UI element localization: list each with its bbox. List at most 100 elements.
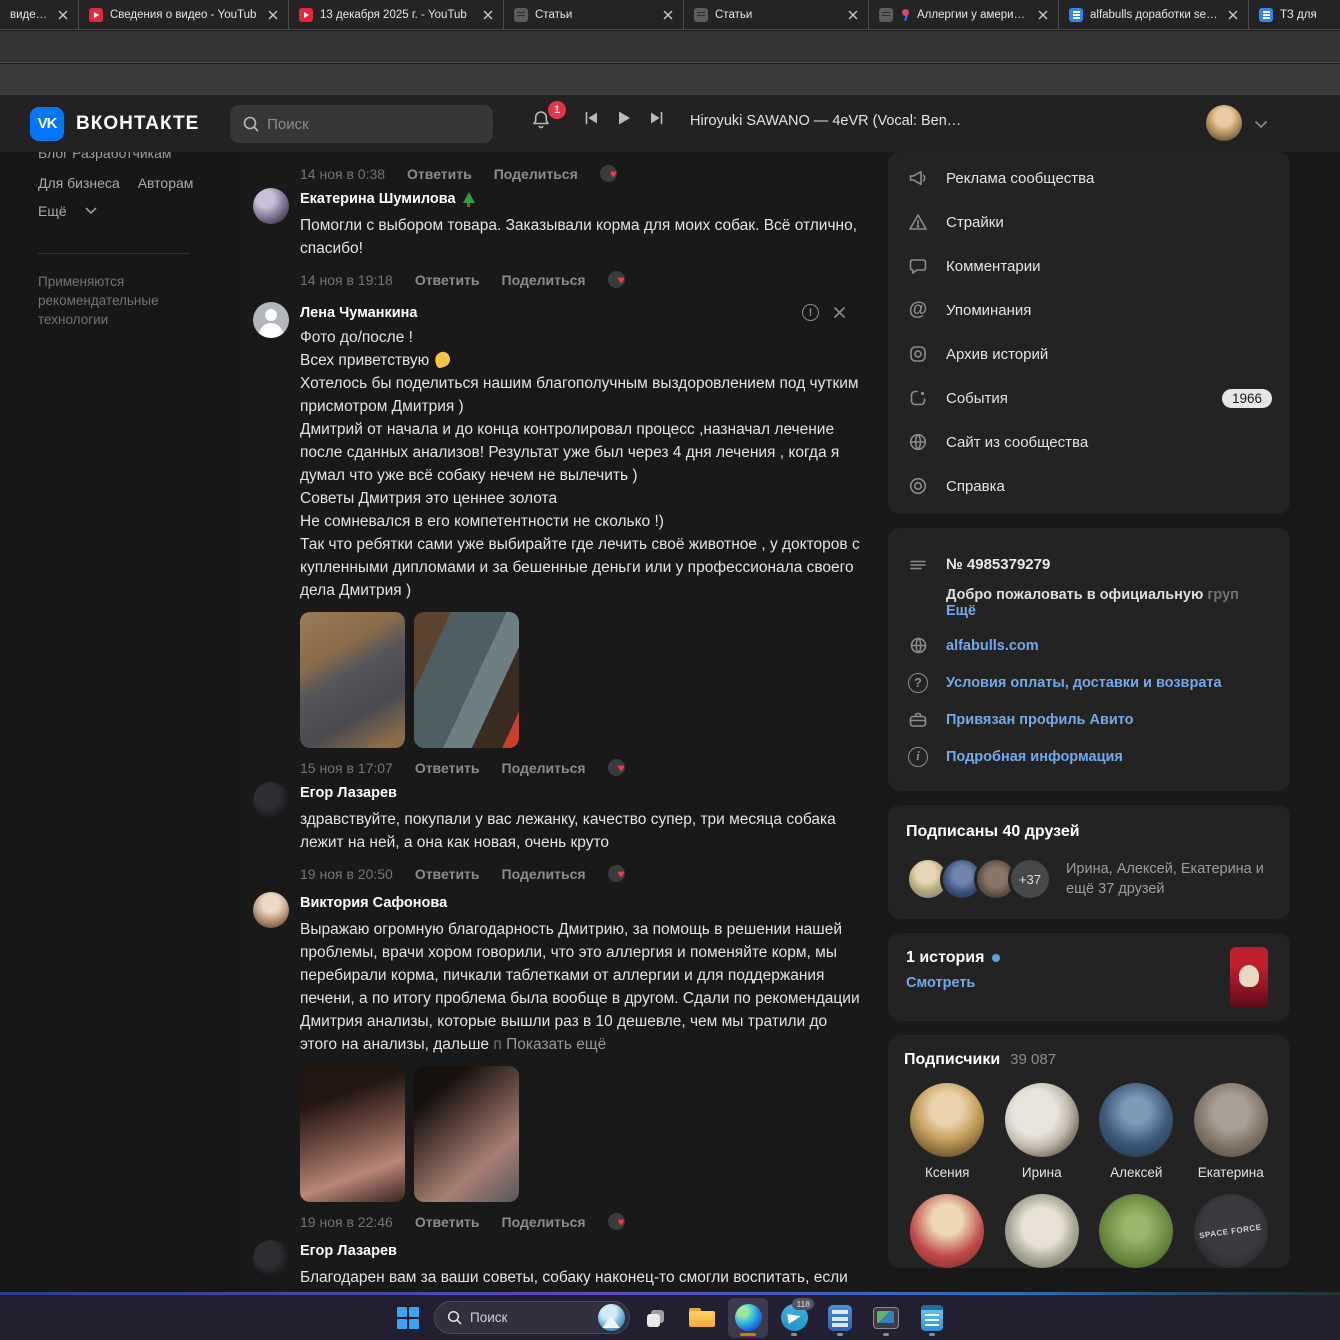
close-icon[interactable]: [481, 8, 495, 22]
community-website-row[interactable]: alfabulls.com: [906, 627, 1272, 664]
reply-button[interactable]: Ответить: [415, 272, 480, 288]
comment-date[interactable]: 14 ноя в 19:18: [300, 272, 393, 288]
menu-item-help[interactable]: Справка: [888, 464, 1290, 508]
share-button[interactable]: Поделиться: [502, 760, 586, 776]
comment-author[interactable]: Екатерина Шумилова: [300, 191, 456, 207]
menu-item-comments[interactable]: Комментарии: [888, 244, 1290, 288]
share-button[interactable]: Поделиться: [502, 866, 586, 882]
watch-story-link[interactable]: Смотреть: [906, 975, 1272, 991]
liked-by-icon[interactable]: ♥: [608, 864, 634, 884]
menu-item-mentions[interactable]: @ Упоминания: [888, 288, 1290, 332]
tab-video-info[interactable]: Сведения о видео - YouTub: [78, 0, 288, 30]
liked-by-icon[interactable]: ♥: [600, 164, 626, 184]
subscriber[interactable]: [904, 1194, 991, 1268]
menu-item-strikes[interactable]: Страйки: [888, 200, 1290, 244]
photo-ear-1[interactable]: [300, 1066, 405, 1202]
photo-dog-after[interactable]: [414, 612, 519, 748]
liked-by-icon[interactable]: ♥: [608, 1212, 634, 1232]
tab-video[interactable]: видео - YouTub: [0, 0, 78, 30]
edge-browser-button[interactable]: [728, 1298, 768, 1338]
subscriber[interactable]: SPACE FORCE: [1188, 1194, 1275, 1268]
comment-date[interactable]: 19 ноя в 22:46: [300, 1214, 393, 1230]
chevron-down-icon[interactable]: [1254, 120, 1268, 129]
sidebar-link-authors[interactable]: Авторам: [138, 175, 194, 191]
tab-tz-doc[interactable]: ТЗ для: [1248, 0, 1340, 30]
subscriber[interactable]: Ирина: [999, 1083, 1086, 1180]
avito-profile-row[interactable]: Привязан профиль Авито: [906, 701, 1272, 738]
detailed-info-row[interactable]: Подробная информация: [906, 738, 1272, 775]
photo-dog-before[interactable]: [300, 612, 405, 748]
reply-button[interactable]: Ответить: [415, 760, 480, 776]
subscriber[interactable]: [999, 1194, 1086, 1268]
share-button[interactable]: Поделиться: [494, 166, 578, 182]
avatar[interactable]: [253, 1240, 289, 1276]
share-button[interactable]: Поделиться: [502, 272, 586, 288]
comment-date[interactable]: 19 ноя в 20:50: [300, 866, 393, 882]
close-icon[interactable]: [833, 306, 846, 319]
close-icon[interactable]: [56, 8, 70, 22]
taskbar-search-input[interactable]: [470, 1310, 580, 1325]
notepad-button[interactable]: [912, 1298, 952, 1338]
tab-date-video[interactable]: 13 декабря 2025 г. - YouTub: [288, 0, 503, 30]
show-more-button[interactable]: Показать ещё: [506, 1036, 606, 1053]
comment-author[interactable]: Лена Чуманкина: [300, 305, 418, 321]
vk-logo[interactable]: VK: [30, 107, 64, 141]
sidebar-link-business[interactable]: Для бизнеса: [38, 175, 120, 191]
tab-articles-2[interactable]: Статьи: [683, 0, 868, 30]
menu-item-ads[interactable]: Реклама сообщества: [888, 156, 1290, 200]
calculator-button[interactable]: [820, 1298, 860, 1338]
avatar[interactable]: [253, 892, 289, 928]
close-icon[interactable]: [1226, 8, 1240, 22]
close-icon[interactable]: [1036, 8, 1050, 22]
tab-alfabulls-doc[interactable]: alfabulls доработки seo - G: [1058, 0, 1248, 30]
avatar[interactable]: [253, 782, 289, 818]
sidebar-row-cut[interactable]: Блог Разработчикам: [38, 152, 218, 163]
play-icon[interactable]: [616, 110, 632, 126]
next-track-icon[interactable]: [648, 109, 666, 127]
comment-author[interactable]: Егор Лазарев: [300, 785, 397, 801]
subscriber[interactable]: Ксения: [904, 1083, 991, 1180]
comment-author[interactable]: Виктория Сафонова: [300, 895, 447, 911]
tab-articles-1[interactable]: Статьи: [503, 0, 683, 30]
report-icon[interactable]: [802, 304, 819, 321]
subscriber[interactable]: [1093, 1194, 1180, 1268]
task-view-button[interactable]: [636, 1298, 676, 1338]
file-explorer-button[interactable]: [682, 1298, 722, 1338]
reply-button[interactable]: Ответить: [415, 1214, 480, 1230]
avatar[interactable]: [253, 302, 289, 338]
story-thumbnail[interactable]: [1230, 947, 1268, 1007]
notifications-button[interactable]: 1: [528, 107, 562, 141]
comment-author[interactable]: Егор Лазарев: [300, 1243, 397, 1259]
avatar[interactable]: [253, 188, 289, 224]
close-icon[interactable]: [846, 8, 860, 22]
menu-item-events[interactable]: События 1966: [888, 376, 1290, 420]
start-button[interactable]: [388, 1298, 428, 1338]
subscriber[interactable]: Екатерина: [1188, 1083, 1275, 1180]
photo-ear-2[interactable]: [414, 1066, 519, 1202]
previous-track-icon[interactable]: [582, 109, 600, 127]
close-icon[interactable]: [266, 8, 280, 22]
photos-app-button[interactable]: [866, 1298, 906, 1338]
liked-by-icon[interactable]: ♥: [608, 270, 634, 290]
status-more-link[interactable]: Ещё: [946, 603, 976, 619]
comment-date[interactable]: 15 ноя в 17:07: [300, 760, 393, 776]
liked-by-icon[interactable]: ♥: [608, 758, 634, 778]
taskbar-search[interactable]: [434, 1301, 630, 1334]
reply-button[interactable]: Ответить: [415, 866, 480, 882]
close-icon[interactable]: [661, 8, 675, 22]
tab-allergies[interactable]: Аллергии у американс: [868, 0, 1058, 30]
track-title[interactable]: Hiroyuki SAWANO — 4eVR (Vocal: Ben…: [690, 113, 1080, 129]
search-input[interactable]: [267, 116, 481, 133]
subscriber[interactable]: Алексей: [1093, 1083, 1180, 1180]
search-bar[interactable]: [230, 105, 493, 143]
menu-item-stories-archive[interactable]: Архив историй: [888, 332, 1290, 376]
friends-more-count[interactable]: +37: [1008, 857, 1052, 901]
payment-terms-row[interactable]: Условия оплаты, доставки и возврата: [906, 664, 1272, 701]
share-button[interactable]: Поделиться: [502, 1214, 586, 1230]
sidebar-link-more[interactable]: Ещё: [38, 203, 67, 219]
menu-item-community-site[interactable]: Сайт из сообщества: [888, 420, 1290, 464]
reply-button[interactable]: Ответить: [407, 166, 472, 182]
profile-avatar[interactable]: [1206, 105, 1242, 141]
comment-date[interactable]: 14 ноя в 0:38: [300, 166, 385, 182]
vk-brand[interactable]: ВКОНТАКТЕ: [76, 113, 199, 135]
